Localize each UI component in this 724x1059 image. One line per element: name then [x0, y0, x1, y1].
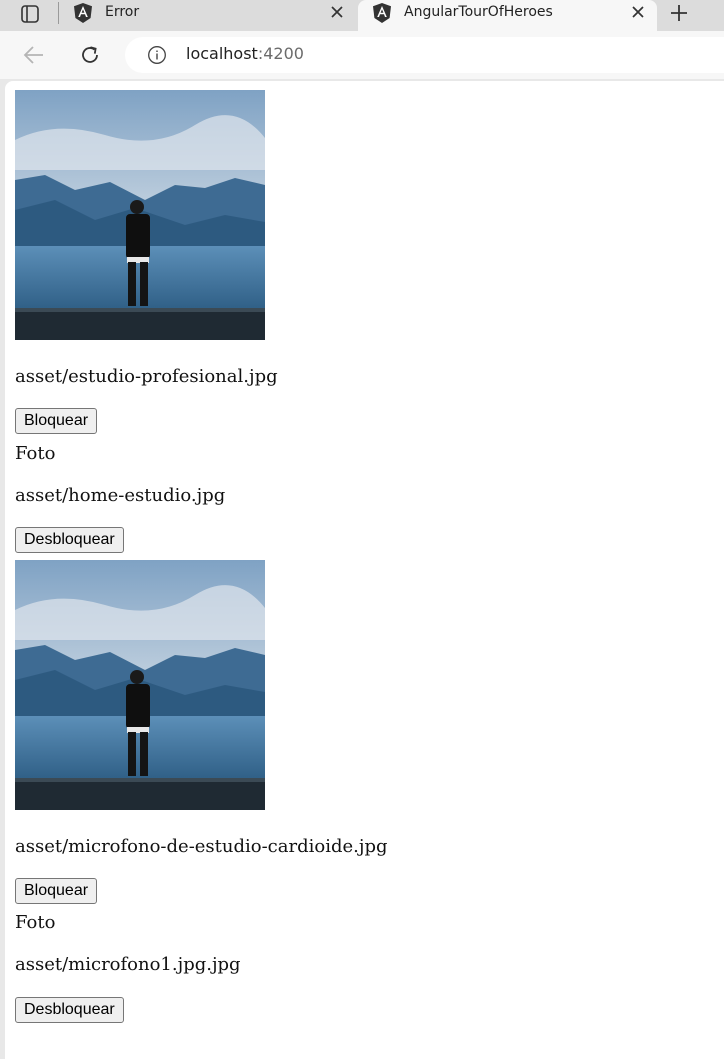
- angular-icon: [373, 3, 391, 23]
- page-content: asset/estudio-profesional.jpg Bloquear F…: [5, 81, 724, 1059]
- unblock-button[interactable]: Desbloquear: [15, 527, 124, 553]
- browser-toolbar: localhost:4200: [0, 31, 724, 79]
- block-button[interactable]: Bloquear: [15, 408, 98, 434]
- image-path-text: asset/home-estudio.jpg: [15, 485, 226, 506]
- url-port: :4200: [257, 44, 304, 63]
- image-path-text: asset/estudio-profesional.jpg: [15, 366, 278, 387]
- close-tab-icon[interactable]: [328, 3, 346, 21]
- image-path-text: asset/microfono1.jpg.jpg: [15, 954, 241, 975]
- new-tab-icon[interactable]: [666, 3, 692, 23]
- block-button[interactable]: Bloquear: [15, 878, 98, 904]
- tab-angular-tour-of-heroes[interactable]: AngularTourOfHeroes: [358, 0, 657, 31]
- url-text: localhost:4200: [186, 44, 304, 63]
- back-arrow-icon[interactable]: [22, 44, 46, 66]
- close-tab-icon[interactable]: [629, 3, 647, 21]
- url-host: localhost: [186, 44, 258, 63]
- photo-image: [15, 560, 265, 810]
- tab-error[interactable]: Error: [59, 0, 356, 31]
- tab-title: Error: [105, 4, 140, 20]
- photo-image: [15, 90, 265, 340]
- site-info-icon[interactable]: [147, 45, 167, 65]
- browser-tab-bar: Error AngularTourOfHeroes: [0, 0, 724, 31]
- unblock-button[interactable]: Desbloquear: [15, 997, 124, 1023]
- address-bar[interactable]: localhost:4200: [125, 37, 724, 73]
- angular-icon: [74, 3, 92, 23]
- image-path-text: asset/microfono-de-estudio-cardioide.jpg: [15, 836, 388, 857]
- broken-image: Foto: [15, 443, 55, 464]
- reload-icon[interactable]: [78, 43, 102, 67]
- image-alt-text: Foto: [15, 912, 56, 933]
- tab-actions-icon[interactable]: [12, 4, 46, 24]
- tab-title: AngularTourOfHeroes: [404, 4, 553, 20]
- image-alt-text: Foto: [15, 443, 56, 464]
- broken-image: Foto: [15, 912, 55, 933]
